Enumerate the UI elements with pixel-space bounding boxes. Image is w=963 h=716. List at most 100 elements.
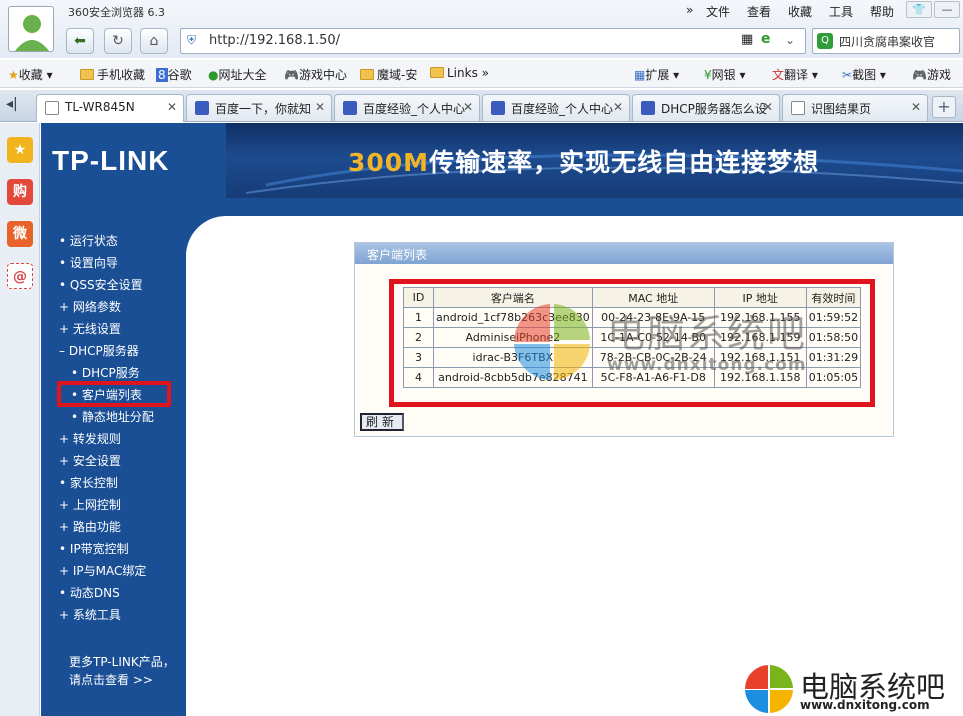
shield-icon: ⛨ bbox=[187, 33, 197, 47]
skin-icon[interactable]: 👕 bbox=[906, 1, 932, 18]
shopping-icon[interactable]: 购 bbox=[7, 179, 33, 205]
bank-icon: ¥ bbox=[704, 68, 712, 82]
bookmark-google[interactable]: 8 谷歌 bbox=[156, 66, 192, 83]
search-box[interactable]: Q 四川贪腐串案收官 bbox=[812, 28, 960, 54]
tool-extensions[interactable]: ▦扩展 ▾ bbox=[634, 66, 679, 83]
menu-label: 动态DNS bbox=[69, 586, 120, 600]
grid-icon: ▦ bbox=[634, 68, 646, 82]
search-text: 四川贪腐串案收官 bbox=[839, 35, 936, 49]
menu-system-tools[interactable]: + 系统工具 bbox=[59, 606, 121, 623]
tool-label: 网银 bbox=[711, 68, 736, 82]
weibo-icon[interactable]: 微 bbox=[7, 221, 33, 247]
tab-dhcp[interactable]: DHCP服务器怎么设 ✕ bbox=[632, 94, 780, 121]
header-banner: 300M传输速率，实现无线自由连接梦想 bbox=[226, 123, 963, 198]
gamepad-icon: 🎮 bbox=[284, 68, 299, 82]
bookmark-hao[interactable]: ●网址大全 bbox=[208, 66, 267, 83]
menu-access-control[interactable]: + 上网控制 bbox=[59, 496, 121, 513]
folder-icon bbox=[430, 67, 444, 78]
menu-static-address[interactable]: • 静态地址分配 bbox=[71, 408, 154, 425]
more-line-2: 请点击查看 >> bbox=[69, 673, 153, 687]
bookmark-label: 魔域-安 bbox=[377, 68, 418, 82]
panel-title: 客户端列表 bbox=[355, 243, 893, 264]
baidu-paw-icon bbox=[491, 101, 505, 115]
tool-ebank[interactable]: ¥网银 ▾ bbox=[704, 66, 746, 83]
menu-wireless[interactable]: + 无线设置 bbox=[59, 320, 121, 337]
banner-speed: 300M bbox=[348, 148, 430, 177]
mail-icon[interactable]: @ bbox=[7, 263, 33, 289]
google-icon: 8 bbox=[156, 68, 168, 82]
close-icon[interactable]: ✕ bbox=[315, 100, 325, 114]
tplink-logo: TP-LINK bbox=[52, 145, 170, 176]
menu-file[interactable]: 文件 bbox=[706, 3, 730, 20]
menu-qss[interactable]: • QSS安全设置 bbox=[59, 276, 143, 293]
banner-slogan: 300M传输速率，实现无线自由连接梦想 bbox=[348, 143, 819, 179]
watermark-url: www.dnxitong.com bbox=[800, 698, 930, 712]
ie-mode-icon[interactable]: e bbox=[761, 31, 771, 47]
menu-network[interactable]: + 网络参数 bbox=[59, 298, 121, 315]
close-icon[interactable]: ✕ bbox=[167, 100, 177, 114]
scissors-icon: ✂ bbox=[842, 68, 853, 82]
search-engine-icon[interactable]: Q bbox=[817, 33, 833, 49]
header-logo-area: TP-LINK bbox=[41, 123, 226, 198]
menu-bandwidth[interactable]: • IP带宽控制 bbox=[59, 540, 129, 557]
qrcode-icon[interactable]: ▦ bbox=[741, 32, 753, 47]
gamepad-icon: 🎮 bbox=[912, 68, 927, 82]
more-products-link[interactable]: 更多TP-LINK产品， 请点击查看 >> bbox=[69, 653, 175, 689]
tab-jingyan-2[interactable]: 百度经验_个人中心 ✕ bbox=[482, 94, 630, 121]
menu-label: DHCP服务器 bbox=[68, 344, 139, 358]
tool-label: 翻译 bbox=[784, 68, 809, 82]
hao-icon: ● bbox=[208, 68, 219, 82]
menu-more-icon[interactable]: » bbox=[686, 3, 693, 17]
close-icon[interactable]: ✕ bbox=[911, 100, 921, 114]
refresh-list-button[interactable]: 刷新 bbox=[360, 413, 404, 431]
menu-label: IP与MAC绑定 bbox=[72, 564, 147, 578]
minimize-icon[interactable]: — bbox=[934, 1, 960, 18]
menu-status[interactable]: • 运行状态 bbox=[59, 232, 118, 249]
close-icon[interactable]: ✕ bbox=[613, 100, 623, 114]
menu-label: 设置向导 bbox=[69, 256, 118, 270]
menu-ddns[interactable]: • 动态DNS bbox=[59, 584, 120, 601]
bookmark-moyu[interactable]: 魔域-安 bbox=[360, 66, 417, 83]
menu-ip-mac-binding[interactable]: + IP与MAC绑定 bbox=[59, 562, 146, 579]
baidu-paw-icon bbox=[641, 101, 655, 115]
close-icon[interactable]: ✕ bbox=[763, 100, 773, 114]
close-icon[interactable]: ✕ bbox=[463, 100, 473, 114]
menu-security[interactable]: + 安全设置 bbox=[59, 452, 121, 469]
tab-label: TL-WR845N bbox=[65, 100, 135, 114]
bookmark-links[interactable]: Links » bbox=[430, 66, 489, 80]
address-bar[interactable]: ⛨ http://192.168.1.50/ ▦ e ⌄ bbox=[180, 28, 806, 54]
bookmarks-bar: ★收藏 ▾ 手机收藏 8 谷歌 ●网址大全 🎮游戏中心 魔域-安 Links » … bbox=[0, 60, 963, 88]
address-dropdown-icon[interactable]: ⌄ bbox=[785, 33, 795, 47]
menu-dhcp-server[interactable]: – DHCP服务器 bbox=[59, 342, 139, 359]
bookmark-mobile[interactable]: 手机收藏 bbox=[80, 66, 145, 83]
refresh-button[interactable]: ↻ bbox=[104, 28, 132, 54]
menu-help[interactable]: 帮助 bbox=[870, 3, 894, 20]
back-button[interactable]: ⬅ bbox=[66, 28, 94, 54]
header-band bbox=[41, 198, 963, 216]
menu-parental[interactable]: • 家长控制 bbox=[59, 474, 118, 491]
page-icon bbox=[45, 101, 59, 115]
user-avatar[interactable] bbox=[8, 6, 54, 52]
menu-wizard[interactable]: • 设置向导 bbox=[59, 254, 118, 271]
menu-label: 网络参数 bbox=[72, 300, 121, 314]
tab-jingyan-1[interactable]: 百度经验_个人中心 ✕ bbox=[334, 94, 480, 121]
new-tab-button[interactable]: + bbox=[932, 96, 956, 118]
menu-forwarding[interactable]: + 转发规则 bbox=[59, 430, 121, 447]
menu-favorites[interactable]: 收藏 bbox=[788, 3, 812, 20]
tab-image-search[interactable]: 识图结果页 ✕ bbox=[782, 94, 928, 121]
tool-translate[interactable]: 文翻译 ▾ bbox=[772, 66, 818, 83]
sidebar-toggle-icon[interactable]: ◂| bbox=[6, 96, 18, 112]
menu-label: 运行状态 bbox=[69, 234, 118, 248]
favorites-star-icon[interactable]: ★ bbox=[7, 137, 33, 163]
tool-screenshot[interactable]: ✂截图 ▾ bbox=[842, 66, 886, 83]
tab-router[interactable]: TL-WR845N ✕ bbox=[36, 94, 184, 122]
tab-baidu[interactable]: 百度一下，你就知 ✕ bbox=[186, 94, 332, 121]
bookmark-games[interactable]: 🎮游戏中心 bbox=[284, 66, 347, 83]
menu-tools[interactable]: 工具 bbox=[829, 3, 853, 20]
menu-routing[interactable]: + 路由功能 bbox=[59, 518, 121, 535]
bookmark-favorites[interactable]: ★收藏 ▾ bbox=[8, 66, 53, 83]
tool-games[interactable]: 🎮游戏 bbox=[912, 66, 951, 83]
menu-dhcp-service[interactable]: • DHCP服务 bbox=[71, 364, 140, 381]
home-button[interactable]: ⌂ bbox=[140, 28, 168, 54]
menu-view[interactable]: 查看 bbox=[747, 3, 771, 20]
